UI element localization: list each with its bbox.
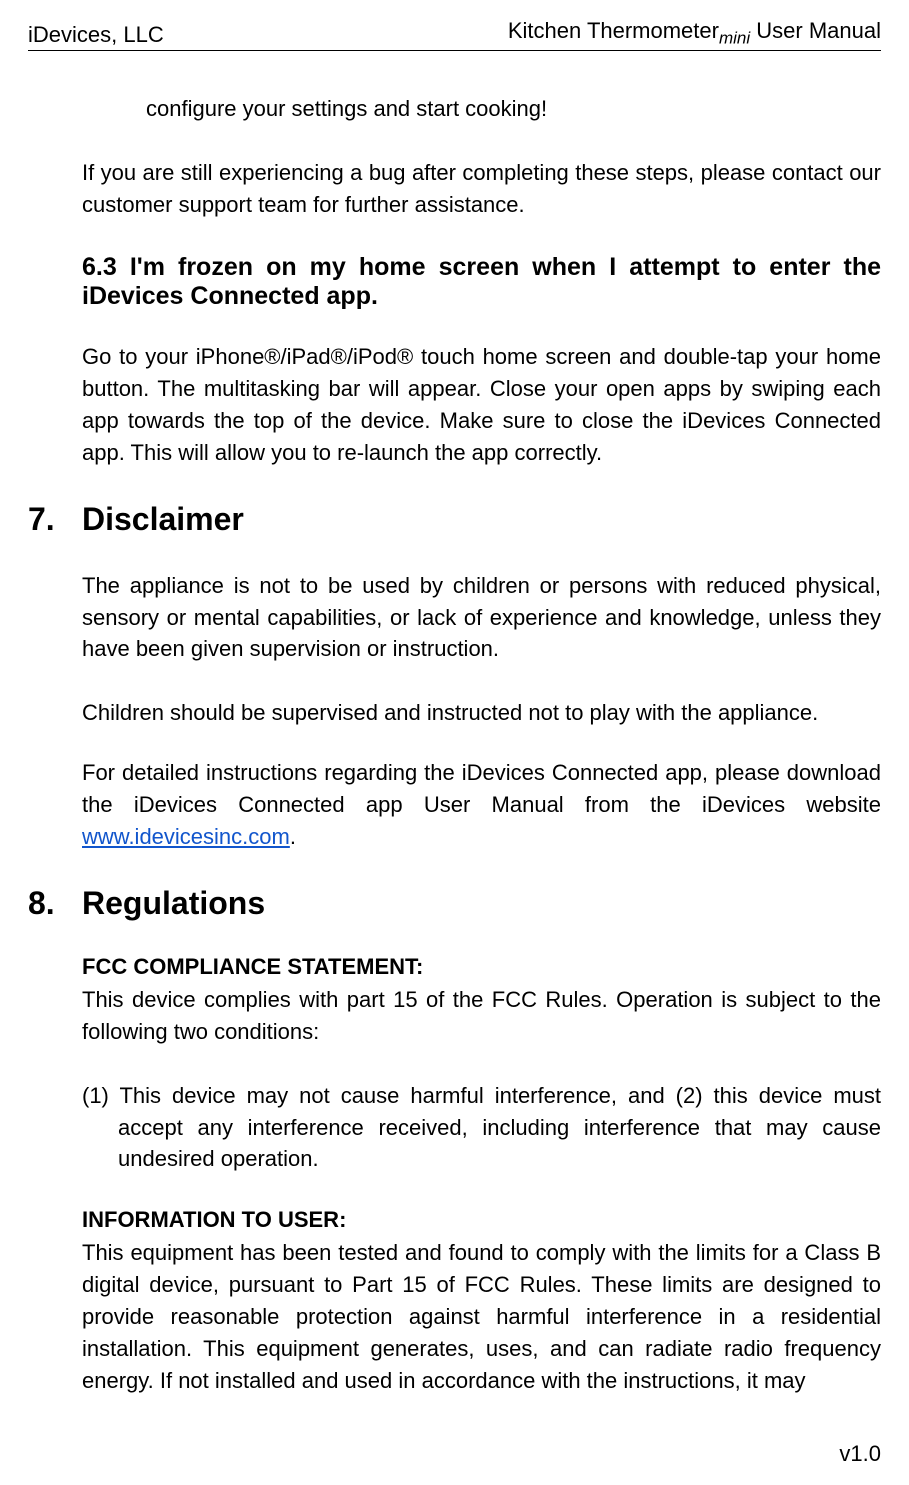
chapter-7-heading: 7.Disclaimer xyxy=(28,501,881,538)
support-note: If you are still experiencing a bug afte… xyxy=(82,157,881,221)
info-to-user-body: This equipment has been tested and found… xyxy=(82,1237,881,1396)
page-header: iDevices, LLC Kitchen Thermometermini Us… xyxy=(28,18,881,51)
disclaimer-p3: For detailed instructions regarding the … xyxy=(82,757,881,853)
disclaimer-p2: Children should be supervised and instru… xyxy=(82,697,881,729)
chapter-8-number: 8. xyxy=(28,885,82,922)
section-6-3-heading: 6.3 I'm frozen on my home screen when I … xyxy=(82,253,881,311)
section-6-3-body: Go to your iPhone®/iPad®/iPod® touch hom… xyxy=(82,341,881,469)
header-doc-title: Kitchen Thermometermini User Manual xyxy=(508,18,881,48)
fcc-compliance-subhead: FCC COMPLIANCE STATEMENT: xyxy=(82,954,881,980)
header-product-suffix: User Manual xyxy=(750,18,881,43)
chapter-7-number: 7. xyxy=(28,501,82,538)
header-product-sub: mini xyxy=(719,28,750,47)
chapter-8-heading: 8.Regulations xyxy=(28,885,881,922)
chapter-7-title: Disclaimer xyxy=(82,501,244,537)
info-to-user-subhead: INFORMATION TO USER: xyxy=(82,1207,881,1233)
disclaimer-p3-before: For detailed instructions regarding the … xyxy=(82,760,881,817)
disclaimer-p1: The appliance is not to be used by child… xyxy=(82,570,881,666)
continued-step-text: configure your settings and start cookin… xyxy=(146,93,881,125)
header-product-prefix: Kitchen Thermometer xyxy=(508,18,719,43)
disclaimer-p3-after: . xyxy=(290,824,296,849)
fcc-conditions-list: (1) This device may not cause harmful in… xyxy=(82,1080,881,1176)
chapter-8-title: Regulations xyxy=(82,885,265,921)
header-company: iDevices, LLC xyxy=(28,22,164,48)
page-footer-version: v1.0 xyxy=(839,1441,881,1467)
fcc-compliance-intro: This device complies with part 15 of the… xyxy=(82,984,881,1048)
page-content: configure your settings and start cookin… xyxy=(28,93,881,1396)
idevices-website-link[interactable]: www.idevicesinc.com xyxy=(82,824,290,849)
